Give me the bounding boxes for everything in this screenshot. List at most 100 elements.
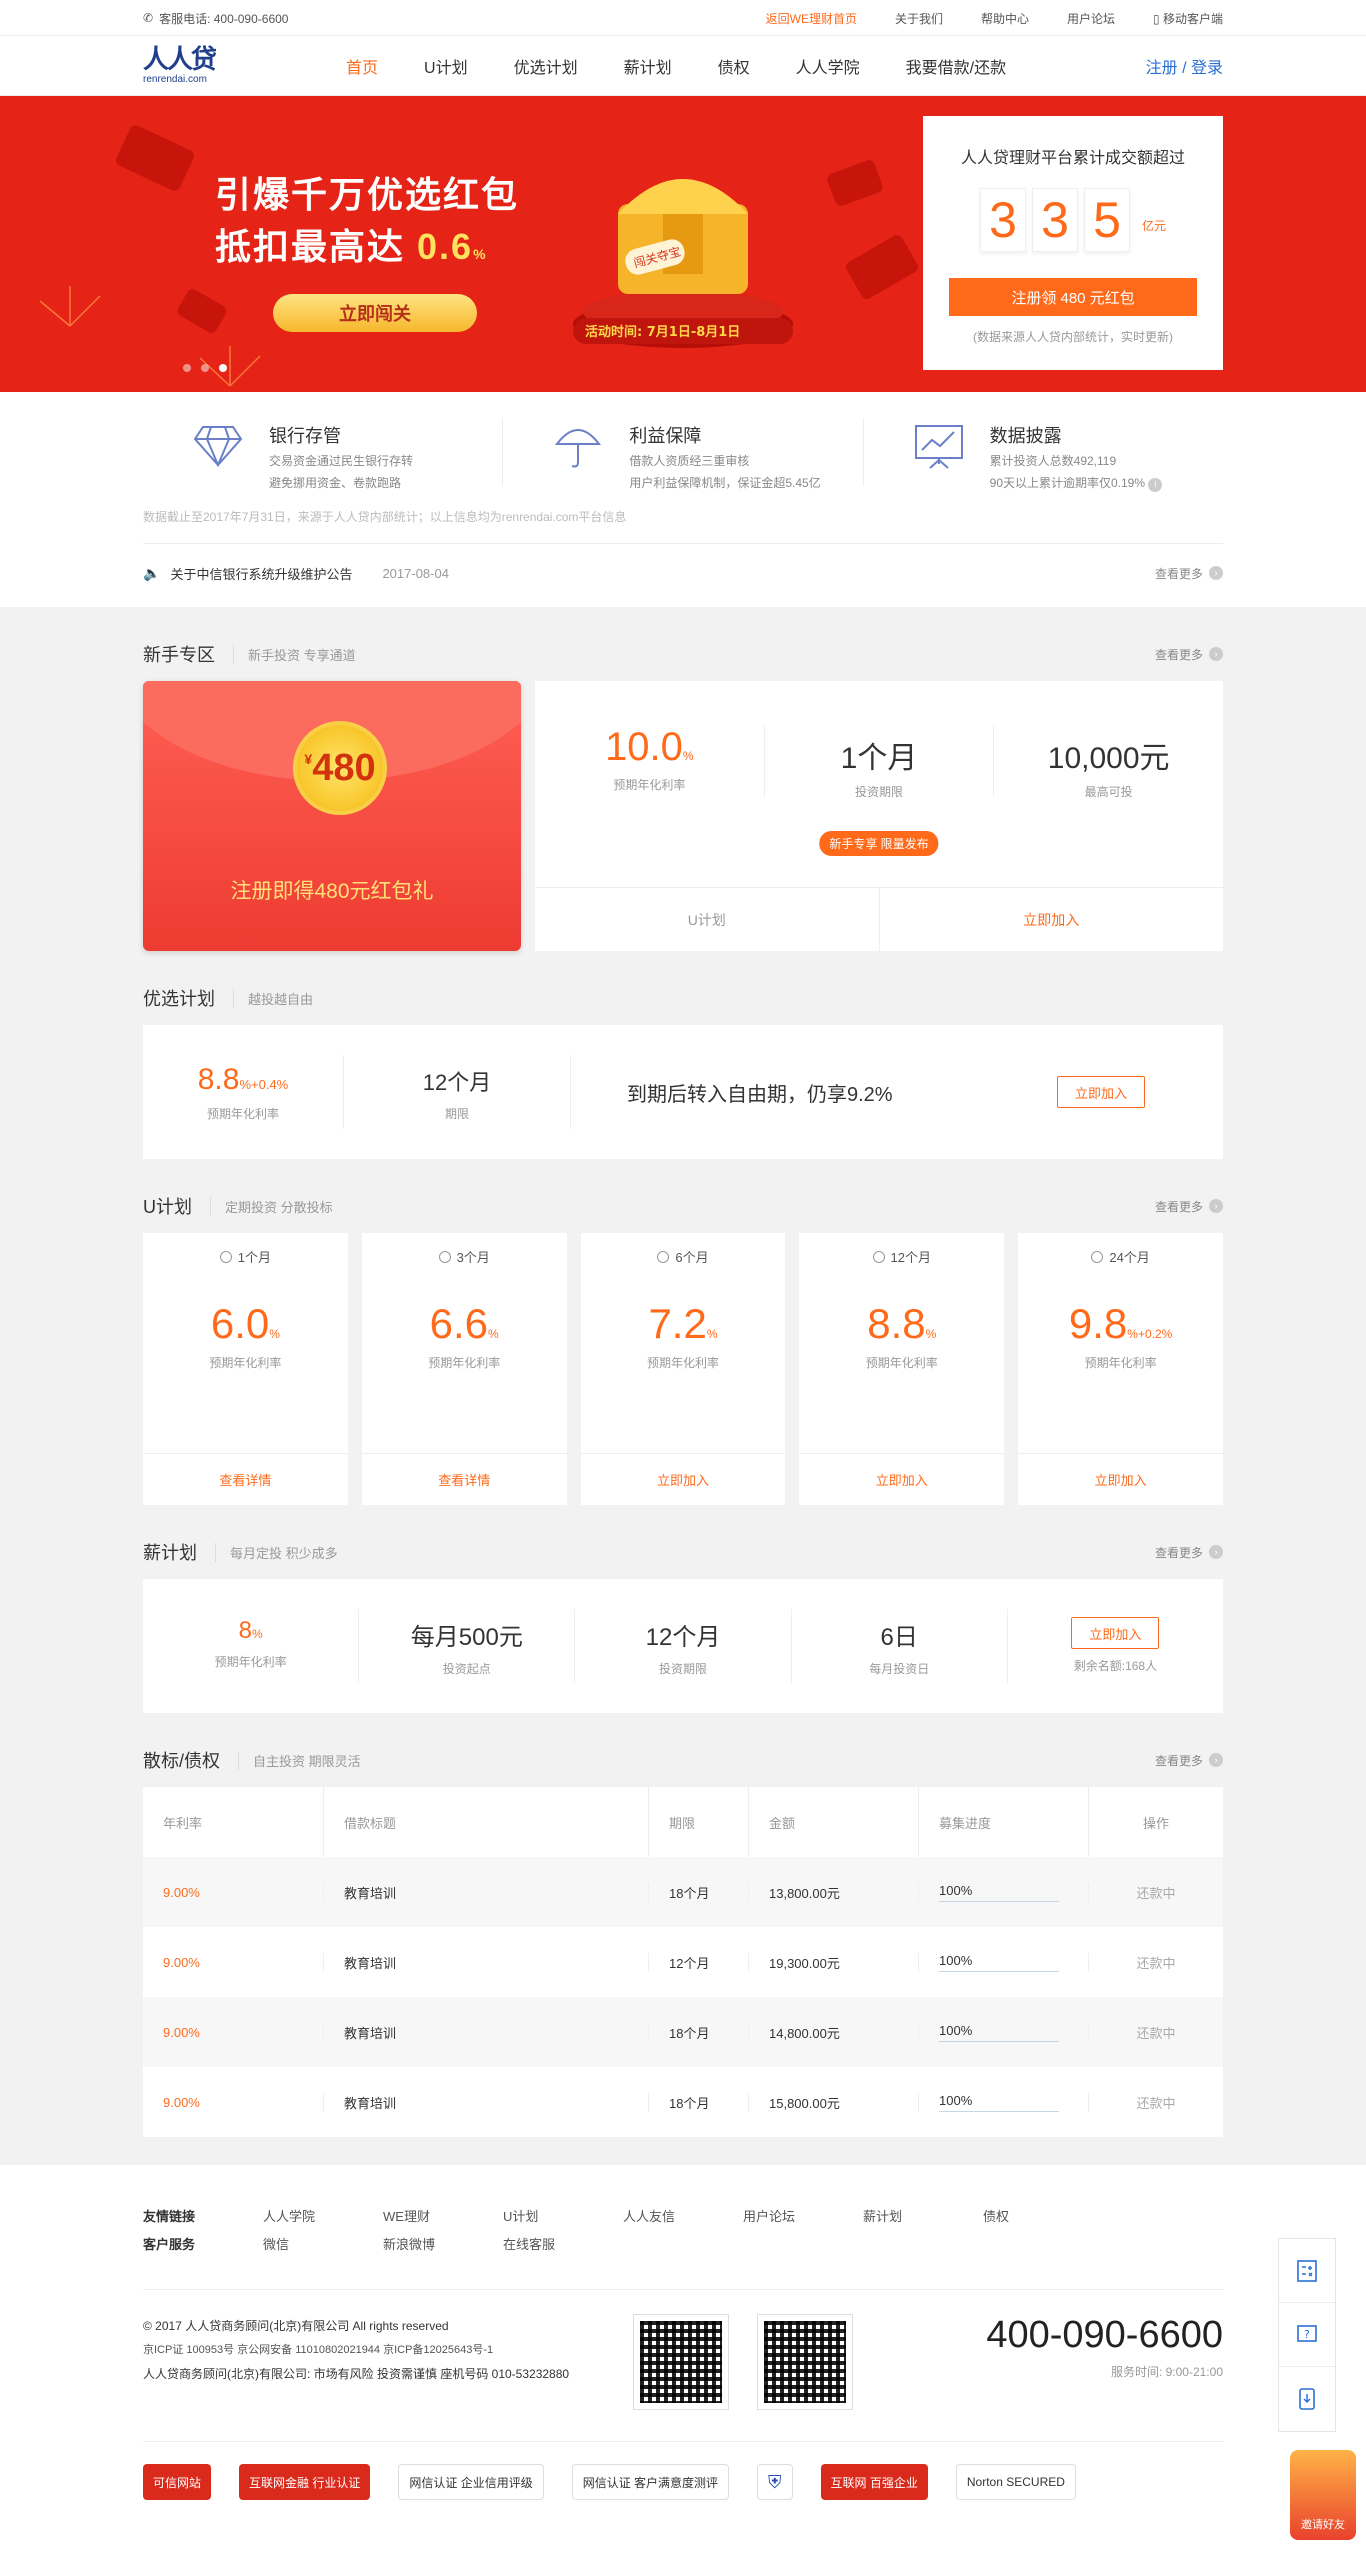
cell-title[interactable]: 教育培训 <box>323 2022 648 2042</box>
announcement-more-link[interactable]: 查看更多 › <box>1155 565 1223 582</box>
cell-amount: 15,800.00元 <box>748 2092 918 2112</box>
shield-icon[interactable]: ⛨ <box>757 2464 793 2500</box>
uplan-action-button[interactable]: 查看详情 <box>361 1453 567 1505</box>
help-icon[interactable]: ? <box>1279 2303 1335 2367</box>
cell-progress: 100% <box>918 1952 1088 1972</box>
nav-item-debt[interactable]: 债权 <box>695 54 773 78</box>
uplan-action-button[interactable]: 查看详情 <box>143 1453 348 1505</box>
nav-item-loan[interactable]: 我要借款/还款 <box>883 54 1029 78</box>
uplan-action-button[interactable]: 立即加入 <box>799 1453 1005 1505</box>
feature-desc: 借款人资质经三重审核 <box>629 454 750 468</box>
page-root: ✆ 客服电话: 400-090-6600 返回WE理财首页 关于我们 帮助中心 … <box>0 0 1366 2557</box>
rate-unit: % <box>682 749 694 763</box>
xin-day: 6日 每月投资日 <box>792 1609 1008 1683</box>
uplan-card: 24个月 9.8%+0.2% 预期年化利率 立即加入 <box>1018 1233 1223 1505</box>
cert-norton[interactable]: Norton SECURED <box>955 2464 1076 2500</box>
footer-link[interactable]: 人人学院 <box>263 2206 383 2225</box>
rate-label: 预期年化利率 <box>865 1356 938 1370</box>
carousel-dot-active[interactable] <box>219 364 227 372</box>
nav-item-youxuan[interactable]: 优选计划 <box>491 54 601 78</box>
loans-more-link[interactable]: 查看更多 › <box>1155 1752 1223 1769</box>
hotline-number: 400-090-6600 <box>986 2314 1223 2356</box>
carousel-dots[interactable] <box>183 364 227 372</box>
link-mobile[interactable]: ▯ 移动客户端 <box>1153 10 1223 27</box>
uplan-more-link[interactable]: 查看更多 › <box>1155 1198 1223 1215</box>
carousel-dot[interactable] <box>201 364 209 372</box>
rate-unit: % <box>706 1327 718 1341</box>
column-header: 金额 <box>748 1787 918 1857</box>
newbie-uplan-link[interactable]: U计划 <box>535 888 879 951</box>
cert-trusted-site[interactable]: 可信网站 <box>143 2464 212 2500</box>
footer-link[interactable]: 薪计划 <box>863 2206 983 2225</box>
table-row[interactable]: 9.00% 教育培训 12个月 19,300.00元 100% 还款中 <box>143 1927 1223 1997</box>
cell-amount: 19,300.00元 <box>748 1952 918 1972</box>
register-redpack-button[interactable]: 注册领 480 元红包 <box>949 278 1197 316</box>
xin-more-link[interactable]: 查看更多 › <box>1155 1544 1223 1561</box>
link-we-home[interactable]: 返回WE理财首页 <box>766 10 857 27</box>
rate-unit: % <box>239 1076 252 1092</box>
feature-interest-guarantee: 利益保障 借款人资质经三重审核 用户利益保障机制，保证金超5.45亿 <box>503 418 864 490</box>
cell-title[interactable]: 教育培训 <box>323 1882 648 1902</box>
nav-item-academy[interactable]: 人人学院 <box>773 54 883 78</box>
nav-item-xin[interactable]: 薪计划 <box>601 54 695 78</box>
term-label: 投资期限 <box>659 1662 708 1676</box>
cert-satisfaction[interactable]: 网信认证 客户满意度测评 <box>571 2464 730 2500</box>
table-row[interactable]: 9.00% 教育培训 18个月 15,800.00元 100% 还款中 <box>143 2067 1223 2137</box>
hero-banner[interactable]: 引爆千万优选红包 抵扣最高达 0.6% 立即闯关 闯关夺宝 活动时间: 7月1日… <box>0 96 1366 392</box>
footer-link[interactable]: 微信 <box>263 2234 383 2253</box>
chevron-right-icon: › <box>1209 566 1223 580</box>
announcement-link[interactable]: 关于中信银行系统升级维护公告 <box>170 564 352 583</box>
activity-time: 活动时间: 7月1日-8月1日 <box>585 324 740 340</box>
newbie-more-link[interactable]: 查看更多 › <box>1155 646 1223 663</box>
link-mobile-label: 移动客户端 <box>1162 11 1223 26</box>
uplan-action-button[interactable]: 立即加入 <box>1018 1453 1223 1505</box>
calculator-icon[interactable] <box>1279 2239 1335 2303</box>
footer-link[interactable]: U计划 <box>503 2206 623 2225</box>
footer-link[interactable]: 人人友信 <box>623 2206 743 2225</box>
cert-top100[interactable]: 互联网 百强企业 <box>820 2464 928 2500</box>
link-help[interactable]: 帮助中心 <box>981 10 1029 27</box>
xin-join-button[interactable]: 立即加入 <box>1071 1617 1160 1649</box>
nav-item-home[interactable]: 首页 <box>323 54 401 78</box>
cell-title[interactable]: 教育培训 <box>323 1952 648 1972</box>
day-label: 每月投资日 <box>869 1662 930 1676</box>
footer-link[interactable]: 在线客服 <box>503 2234 623 2253</box>
cert-credit-rating[interactable]: 网信认证 企业信用评级 <box>398 2464 544 2500</box>
table-row[interactable]: 9.00% 教育培训 18个月 14,800.00元 100% 还款中 <box>143 1997 1223 2067</box>
announcement-date: 2017-08-04 <box>382 565 449 581</box>
footer-link[interactable]: 债权 <box>983 2206 1103 2225</box>
logo[interactable]: 人人贷 renrendai.com <box>143 47 253 85</box>
invite-friends-widget[interactable]: 邀请好友 <box>1290 2450 1356 2540</box>
download-app-icon[interactable] <box>1279 2367 1335 2431</box>
period: 1个月 <box>237 1250 272 1265</box>
feature-desc-text: 90天以上累计逾期率仅0.19% <box>989 476 1146 490</box>
top-bar: ✆ 客服电话: 400-090-6600 返回WE理财首页 关于我们 帮助中心 … <box>0 0 1366 36</box>
uplan-action-button[interactable]: 立即加入 <box>580 1453 786 1505</box>
cell-title[interactable]: 教育培训 <box>323 2092 648 2112</box>
newbie-term: 1个月 投资期限 <box>765 725 995 799</box>
banner-cta-button[interactable]: 立即闯关 <box>273 294 477 332</box>
newbie-rate: 10.0% 预期年化利率 <box>535 725 765 797</box>
cert-fintech[interactable]: 互联网金融 行业认证 <box>239 2464 371 2500</box>
newbie-join-button[interactable]: 立即加入 <box>878 888 1224 951</box>
clock-icon <box>872 1250 885 1263</box>
newbie-redpack-card[interactable]: ¥480 注册即得480元红包礼 <box>143 681 521 951</box>
section-title: U计划 <box>143 1197 192 1217</box>
table-row[interactable]: 9.00% 教育培训 18个月 13,800.00元 100% 还款中 <box>143 1857 1223 1927</box>
footer-link[interactable]: 新浪微博 <box>383 2234 503 2253</box>
footer-link[interactable]: 用户论坛 <box>743 2206 863 2225</box>
carousel-dot[interactable] <box>183 364 191 372</box>
column-header: 年利率 <box>163 1815 203 1831</box>
footer-link[interactable]: WE理财 <box>383 2206 503 2225</box>
rate-label: 预期年化利率 <box>206 1106 279 1121</box>
link-forum[interactable]: 用户论坛 <box>1067 10 1115 27</box>
section-newbie-header: 新手专区 新手投资 专享通道 查看更多 › <box>143 635 1223 673</box>
nav-item-uplan[interactable]: U计划 <box>401 54 491 78</box>
turnover-digits: 3 3 5 亿元 <box>947 188 1199 252</box>
info-icon[interactable]: i <box>1148 478 1163 492</box>
youxuan-join-button[interactable]: 立即加入 <box>1057 1076 1145 1108</box>
login-register-link[interactable]: 注册 / 登录 <box>1146 54 1223 78</box>
link-about[interactable]: 关于我们 <box>895 10 943 27</box>
clock-icon <box>219 1250 232 1263</box>
section-title: 优选计划 <box>143 989 215 1009</box>
